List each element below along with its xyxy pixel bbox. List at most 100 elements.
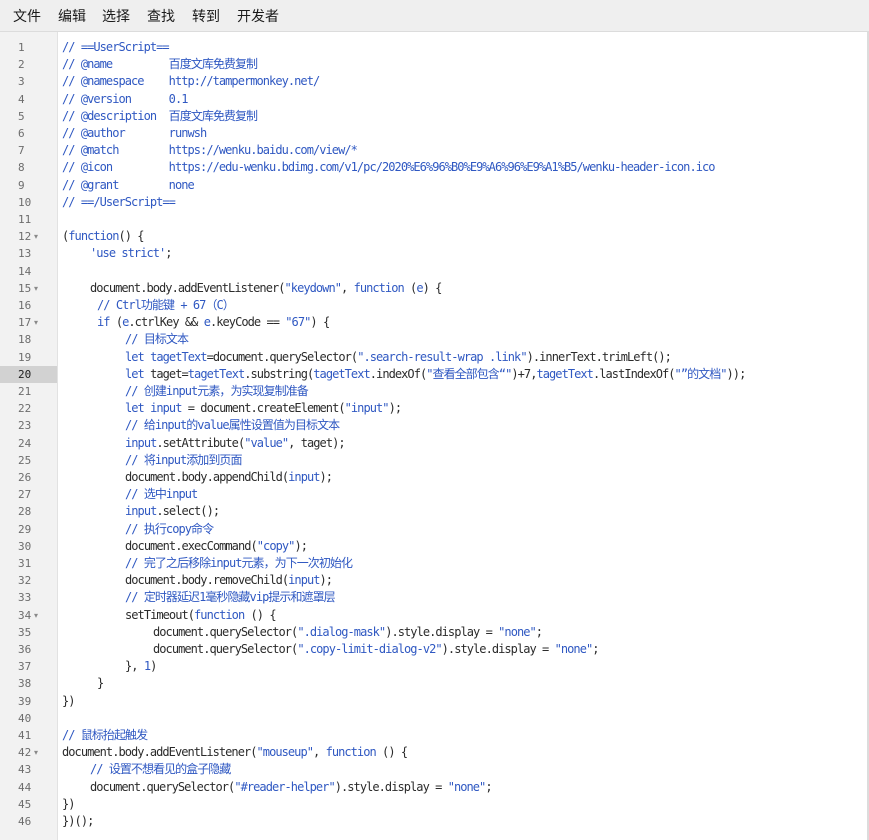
fold-arrow-icon[interactable]: ▾ <box>34 280 44 297</box>
code-line[interactable]: 46})(); <box>0 813 869 830</box>
code-token: ); <box>319 573 333 588</box>
code-line[interactable]: 28 input.select(); <box>0 503 869 520</box>
code-line[interactable]: 18 // 目标文本 <box>0 331 869 348</box>
code-line[interactable]: 45}) <box>0 796 869 813</box>
code-line[interactable]: 14 <box>0 263 869 280</box>
code-line[interactable]: 20 let taget=tagetText.substring(tagetTex… <box>0 365 869 383</box>
code-token: // 定时器延迟1毫秒隐藏vip提示和遮罩层 <box>125 590 336 605</box>
fold-arrow-icon[interactable]: ▾ <box>34 314 44 331</box>
line-number: 36 <box>18 643 32 656</box>
code-line[interactable]: 2 // @name 百度文库免费复制 <box>0 56 869 73</box>
code-token: ; <box>535 624 543 639</box>
code-token: // 执行copy命令 <box>125 521 214 536</box>
code-line[interactable]: 30 document.execCommand("copy"); <box>0 538 869 555</box>
code-line[interactable]: 16 // Ctrl功能键 + 67（C） <box>0 297 869 314</box>
code-line[interactable]: 37}, 1) <box>0 658 869 675</box>
code-line[interactable]: 40 <box>0 710 869 727</box>
code-line[interactable]: 23 // 给input的value属性设置值为目标文本 <box>0 417 869 434</box>
code-token: ".search-result-wrap .link" <box>357 349 527 364</box>
code-token: ); <box>319 470 333 484</box>
code-line[interactable]: 31 // 完了之后移除input元素，为下一次初始化 <box>0 555 869 572</box>
code-token: .ctrlKey && <box>128 315 204 330</box>
menu-edit[interactable]: 编辑 <box>58 0 86 32</box>
code-token: "none" <box>554 642 594 656</box>
code-line[interactable]: 13 'use strict'; <box>0 245 869 262</box>
code-token: // @version 0.1 <box>62 91 188 106</box>
menu-file[interactable]: 文件 <box>13 0 41 32</box>
code-line[interactable]: 9 // @grant none <box>0 177 869 194</box>
code-text: // 执行copy命令 <box>125 521 214 538</box>
code-token: document.querySelector( <box>153 642 298 656</box>
code-line[interactable]: 5 // @description 百度文库免费复制 <box>0 108 869 125</box>
code-editor[interactable]: 1 // ==UserScript== 2 // @name 百度文库免费复制 3 // … <box>0 32 869 840</box>
code-token: )); <box>726 366 747 381</box>
line-number: 40 <box>18 711 32 725</box>
code-line[interactable]: 12 ▾ (function() { <box>0 228 869 245</box>
code-token: "查看全部包含“" <box>426 366 512 381</box>
code-line[interactable]: 4 // @version 0.1 <box>0 91 869 108</box>
code-line[interactable]: 11 <box>0 211 869 228</box>
fold-arrow-icon[interactable]: ▾ <box>34 744 44 761</box>
line-number: 24 <box>18 436 32 450</box>
code-line[interactable]: 39}) <box>0 693 869 710</box>
code-token: ".copy-limit-dialog-v2" <box>297 642 442 656</box>
menu-goto[interactable]: 转到 <box>192 0 220 32</box>
code-text: // @icon https://edu-wenku.bdimg.com/v1/… <box>62 159 716 176</box>
code-token: () { <box>375 745 408 760</box>
code-token: setTimeout( <box>125 607 195 622</box>
code-line[interactable]: 6 // @author runwsh <box>0 125 869 142</box>
code-line[interactable]: 3 // @namespace http://tampermonkey.net/ <box>0 73 869 90</box>
code-text: document.body.addEventListener("mouseup"… <box>62 744 408 761</box>
code-text: // 创建input元素，为实现复制准备 <box>125 383 309 400</box>
fold-arrow-icon[interactable]: ▾ <box>34 228 44 245</box>
code-line[interactable]: 43 // 设置不想看见的盒子隐藏 <box>0 761 869 778</box>
code-token: // 创建input元素，为实现复制准备 <box>125 384 309 398</box>
code-token: "none" <box>447 779 487 794</box>
line-number: 18 <box>18 333 32 347</box>
code-line[interactable]: 24 input.setAttribute("value", taget); <box>0 435 869 452</box>
code-token: // @author runwsh <box>62 126 207 140</box>
code-line[interactable]: 27 // 选中input <box>0 486 869 503</box>
code-line[interactable]: 10 // ==/UserScript== <box>0 194 869 211</box>
line-number: 45 <box>18 797 32 811</box>
code-text: document.body.removeChild(input); <box>125 572 333 589</box>
code-token: "”的文档" <box>674 366 728 381</box>
menu-developer[interactable]: 开发者 <box>237 0 279 32</box>
code-line[interactable]: 15 ▾ document.body.addEventListener("keydo… <box>0 280 869 297</box>
line-number: 22 <box>18 402 32 416</box>
code-token: input <box>150 401 182 416</box>
code-line[interactable]: 44 document.querySelector("#reader-helper… <box>0 779 869 796</box>
code-line[interactable]: 22 let input = document.createElement("in… <box>0 400 869 417</box>
code-token: () { <box>244 607 277 622</box>
code-line[interactable]: 7 // @match https://wenku.baidu.com/view/… <box>0 142 869 159</box>
code-line[interactable]: 29 // 执行copy命令 <box>0 521 869 538</box>
code-text: } <box>97 675 104 692</box>
fold-arrow-icon[interactable]: ▾ <box>34 607 44 624</box>
code-line[interactable]: 8 // @icon https://edu-wenku.bdimg.com/v1… <box>0 159 869 176</box>
line-number: 44 <box>18 780 32 794</box>
code-line[interactable]: 36 document.querySelector(".copy-limit-di… <box>0 641 869 658</box>
menu-find[interactable]: 查找 <box>147 0 175 32</box>
code-line[interactable]: 26 document.body.appendChild(input); <box>0 469 869 486</box>
line-number: 7 <box>18 144 25 158</box>
code-text: // 完了之后移除input元素，为下一次初始化 <box>125 555 353 572</box>
code-line[interactable]: 19 let tagetText=document.querySelector("… <box>0 349 869 366</box>
code-line[interactable]: 38} <box>0 675 869 692</box>
menu-select[interactable]: 选择 <box>102 0 130 32</box>
code-line[interactable]: 32 document.body.removeChild(input); <box>0 572 869 589</box>
code-line[interactable]: 33 // 定时器延迟1毫秒隐藏vip提示和遮罩层 <box>0 589 869 606</box>
code-token: , <box>341 280 354 295</box>
line-number: 17 <box>18 316 32 330</box>
code-line[interactable]: 17 ▾ if (e.ctrlKey && e.keyCode == "67") { <box>0 314 869 331</box>
code-line[interactable]: 34 ▾ setTimeout(function () { <box>0 607 869 624</box>
code-line[interactable]: 42 ▾ document.body.addEventListener("mouse… <box>0 744 869 761</box>
code-line[interactable]: 25 // 将input添加到页面 <box>0 452 869 469</box>
line-number: 33 <box>18 591 32 605</box>
code-line[interactable]: 21 // 创建input元素，为实现复制准备 <box>0 383 869 400</box>
code-line[interactable]: 41 // 鼠标抬起触发 <box>0 727 869 744</box>
line-number: 32 <box>18 574 32 588</box>
code-line[interactable]: 1 // ==UserScript== <box>0 39 869 56</box>
line-number: 41 <box>18 729 32 742</box>
code-line[interactable]: 35 document.querySelector(".dialog-mask")… <box>0 624 869 641</box>
code-token: ( <box>109 315 123 330</box>
